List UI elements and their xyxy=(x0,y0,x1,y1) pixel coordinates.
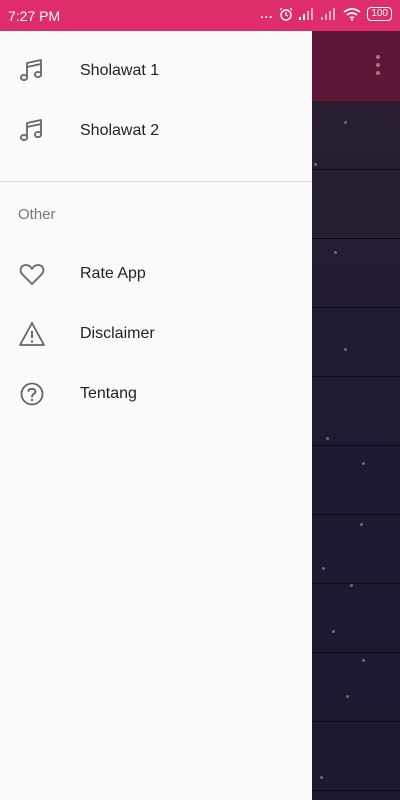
section-header-other: Other xyxy=(0,182,312,244)
status-bar: 7:27 PM ... 100 xyxy=(0,0,400,31)
list-item[interactable] xyxy=(312,653,400,722)
drawer-item-label: Rate App xyxy=(80,265,146,282)
signal-icon xyxy=(299,8,314,20)
status-icons: ... 100 xyxy=(260,7,392,21)
drawer-item-label: Tentang xyxy=(80,385,137,402)
alarm-icon xyxy=(279,7,293,21)
music-note-icon xyxy=(19,59,43,81)
drawer-item-sholawat-2[interactable]: Sholawat 2 xyxy=(0,101,312,161)
list-item[interactable] xyxy=(312,239,400,308)
list-item[interactable] xyxy=(312,584,400,653)
background-toolbar xyxy=(312,31,400,101)
help-circle-icon xyxy=(20,382,44,406)
drawer-item-disclaimer[interactable]: Disclaimer xyxy=(0,304,312,364)
list-item[interactable] xyxy=(312,170,400,239)
navigation-drawer: Sholawat 1 Sholawat 2 Other Rate App Dis… xyxy=(0,31,312,800)
list-item[interactable] xyxy=(312,377,400,446)
section-title: Other xyxy=(18,206,56,223)
drawer-item-label: Disclaimer xyxy=(80,325,155,342)
drawer-item-tentang[interactable]: Tentang xyxy=(0,364,312,424)
list-item[interactable] xyxy=(312,308,400,377)
background-app xyxy=(312,31,400,800)
battery-indicator: 100 xyxy=(367,7,392,21)
signal-2-icon xyxy=(321,8,336,20)
list-item[interactable] xyxy=(312,446,400,515)
drawer-item-label: Sholawat 2 xyxy=(80,122,160,139)
more-notifications-icon: ... xyxy=(260,7,274,21)
warning-icon xyxy=(19,322,45,346)
drawer-item-label: Sholawat 1 xyxy=(80,62,160,79)
list-item[interactable] xyxy=(312,515,400,584)
drawer-item-rate-app[interactable]: Rate App xyxy=(0,244,312,304)
overflow-menu-icon[interactable] xyxy=(376,55,380,79)
list-item[interactable] xyxy=(312,101,400,170)
status-time: 7:27 PM xyxy=(8,8,61,24)
list-item[interactable] xyxy=(312,722,400,791)
music-note-icon xyxy=(19,119,43,141)
drawer-item-sholawat-1[interactable]: Sholawat 1 xyxy=(0,41,312,101)
heart-icon xyxy=(19,264,45,285)
wifi-icon xyxy=(343,7,361,21)
